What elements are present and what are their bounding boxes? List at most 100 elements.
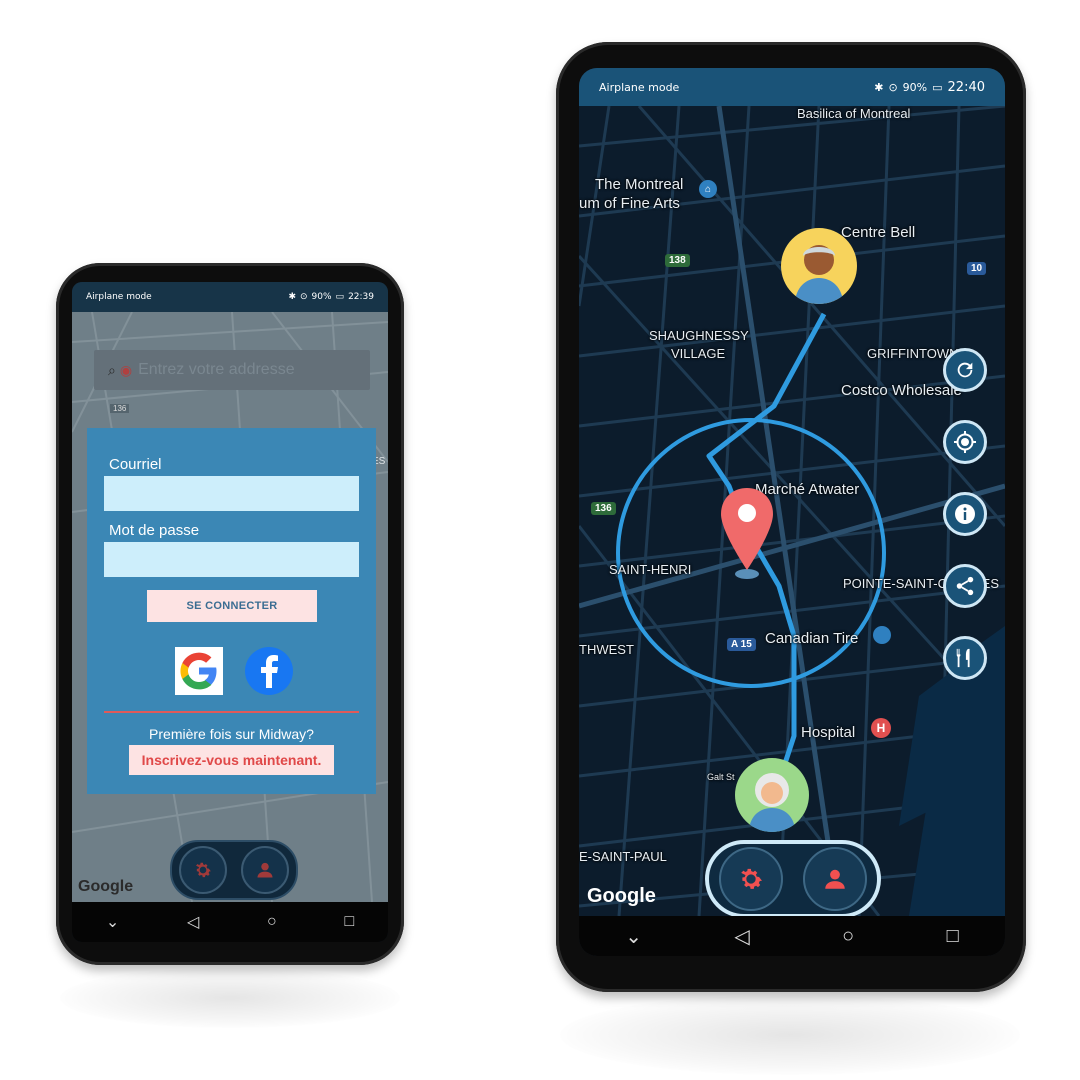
- login-screen: Airplane mode ✱ ⊙ 90% ▭ 22:39 ⌕ ◉ Entrez…: [72, 282, 388, 942]
- signup-button[interactable]: Inscrivez-vous maintenant.: [129, 745, 334, 775]
- restaurant-button[interactable]: [943, 636, 987, 680]
- friend-avatar-bottom[interactable]: [735, 758, 809, 832]
- friend-avatar-top[interactable]: [781, 228, 857, 304]
- map-phone: Airplane mode ✱ ⊙ 90% ▭ 22:40 Basilica o…: [556, 42, 1026, 992]
- share-icon: [956, 576, 974, 596]
- nav-recents-icon[interactable]: □: [947, 925, 959, 948]
- phone-reflection-left: [60, 968, 400, 1028]
- status-icons: ✱ ⊙ 90% ▭ 22:40: [874, 80, 985, 95]
- map-label-museum-1: The Montreal: [595, 176, 684, 193]
- status-icons: ✱ ⊙ 90% ▭ 22:39: [288, 292, 374, 302]
- map-view[interactable]: Basilica of Montreal The Montreal um of …: [579, 106, 1005, 918]
- route-shield-136: 136: [110, 404, 130, 413]
- map-label-southwest: THWEST: [579, 642, 634, 657]
- elderly-woman-icon: [749, 773, 795, 832]
- bluetooth-icon: ✱: [874, 80, 884, 94]
- google-icon: [180, 652, 217, 690]
- status-bar: Airplane mode ✱ ⊙ 90% ▭ 22:39: [72, 282, 388, 312]
- facebook-login-button[interactable]: [245, 647, 293, 695]
- map-label-hospital: Hospital: [801, 724, 856, 741]
- map-pin-icon: [721, 488, 773, 579]
- map-label-basilica: Basilica of Montreal: [797, 106, 911, 121]
- share-button[interactable]: [943, 564, 987, 608]
- map-background[interactable]: ⌕ ◉ Entrez votre addresse 136 ES Courrie…: [72, 312, 388, 902]
- android-nav-bar: ⌄ ◁ ○ □: [579, 916, 1005, 956]
- route-shield-10: 10: [967, 262, 987, 275]
- airplane-mode-text: Airplane mode: [599, 80, 680, 94]
- nav-home-icon[interactable]: ○: [842, 925, 854, 948]
- person-icon: [825, 869, 845, 889]
- map-label-shaughnessy-2: VILLAGE: [671, 346, 726, 361]
- google-map-logo: Google: [587, 885, 656, 907]
- target-icon: ◉: [119, 361, 133, 378]
- battery-icon: ▭: [335, 292, 345, 302]
- clock: 22:39: [348, 292, 374, 302]
- battery-icon: ▭: [932, 80, 943, 94]
- route-shield-a15: A 15: [727, 638, 756, 651]
- android-nav-bar: ⌄ ◁ ○ □: [72, 902, 388, 942]
- refresh-icon: [957, 362, 973, 378]
- login-card: Courriel Mot de passe SE CONNECTER Premi…: [87, 428, 376, 794]
- bottom-action-pill: [170, 840, 298, 900]
- google-map-logo: Google: [78, 878, 134, 895]
- login-button[interactable]: SE CONNECTER: [147, 590, 317, 622]
- first-time-text: Première fois sur Midway?: [149, 726, 314, 742]
- gear-icon: [741, 868, 762, 889]
- info-icon: [955, 504, 975, 524]
- refresh-button[interactable]: [943, 348, 987, 392]
- location-icon: ⊙: [888, 80, 898, 94]
- nav-hide-icon[interactable]: ⌄: [106, 912, 119, 932]
- map-label-galt: Galt St: [707, 772, 735, 782]
- bottom-action-pill: [705, 840, 881, 918]
- map-label-shaughnessy-1: SHAUGHNESSY: [649, 328, 749, 343]
- museum-icon: ⌂: [699, 180, 717, 198]
- map-label-centre-bell: Centre Bell: [841, 224, 916, 241]
- route-shield-138: 138: [665, 254, 690, 267]
- map-label-costco: Costco Wholesale: [841, 382, 962, 399]
- password-field[interactable]: [104, 542, 359, 577]
- settings-button[interactable]: [179, 846, 227, 894]
- nav-back-icon[interactable]: ◁: [734, 924, 749, 949]
- destination-pin[interactable]: [719, 486, 775, 582]
- clock: 22:40: [947, 79, 985, 95]
- address-search-bar[interactable]: ⌕ ◉ Entrez votre addresse: [94, 350, 370, 390]
- elderly-man-icon: [795, 245, 843, 304]
- restaurant-icon: [956, 648, 970, 668]
- profile-button[interactable]: [803, 847, 867, 911]
- battery-percent: 90%: [311, 292, 332, 302]
- address-placeholder: Entrez votre addresse: [138, 361, 295, 378]
- map-label-museum-2: um of Fine Arts: [579, 195, 680, 212]
- airplane-mode-text: Airplane mode: [86, 292, 152, 302]
- email-label: Courriel: [109, 456, 162, 473]
- map-label-canadian-tire: Canadian Tire: [765, 630, 859, 647]
- info-button[interactable]: [943, 492, 987, 536]
- email-field[interactable]: [104, 476, 359, 511]
- status-bar: Airplane mode ✱ ⊙ 90% ▭ 22:40: [579, 68, 1005, 106]
- bluetooth-icon: ✱: [288, 292, 296, 302]
- nav-recents-icon[interactable]: □: [344, 913, 354, 931]
- google-login-button[interactable]: [175, 647, 223, 695]
- hospital-icon: H: [871, 718, 891, 738]
- location-icon: ⊙: [299, 292, 308, 302]
- settings-button[interactable]: [719, 847, 783, 911]
- my-location-icon: [954, 431, 976, 453]
- map-label-saint-paul: E-SAINT-PAUL: [579, 849, 667, 864]
- map-label-saint-henri: SAINT-HENRI: [609, 562, 692, 577]
- login-phone: Airplane mode ✱ ⊙ 90% ▭ 22:39 ⌕ ◉ Entrez…: [56, 263, 404, 965]
- profile-button[interactable]: [241, 846, 289, 894]
- nav-back-icon[interactable]: ◁: [187, 912, 199, 932]
- nav-home-icon[interactable]: ○: [267, 913, 277, 931]
- nav-hide-icon[interactable]: ⌄: [625, 924, 642, 949]
- battery-percent: 90%: [902, 80, 928, 94]
- my-location-button[interactable]: [943, 420, 987, 464]
- gear-icon: [196, 862, 211, 878]
- person-icon: [257, 862, 273, 878]
- facebook-icon: [261, 655, 278, 688]
- search-icon: ⌕: [108, 361, 116, 378]
- password-label: Mot de passe: [109, 522, 200, 539]
- store-icon: [873, 626, 891, 644]
- phone-reflection-right: [560, 995, 1020, 1075]
- divider: [104, 711, 359, 713]
- map-screen: Airplane mode ✱ ⊙ 90% ▭ 22:40 Basilica o…: [579, 68, 1005, 956]
- route-shield-136: 136: [591, 502, 616, 515]
